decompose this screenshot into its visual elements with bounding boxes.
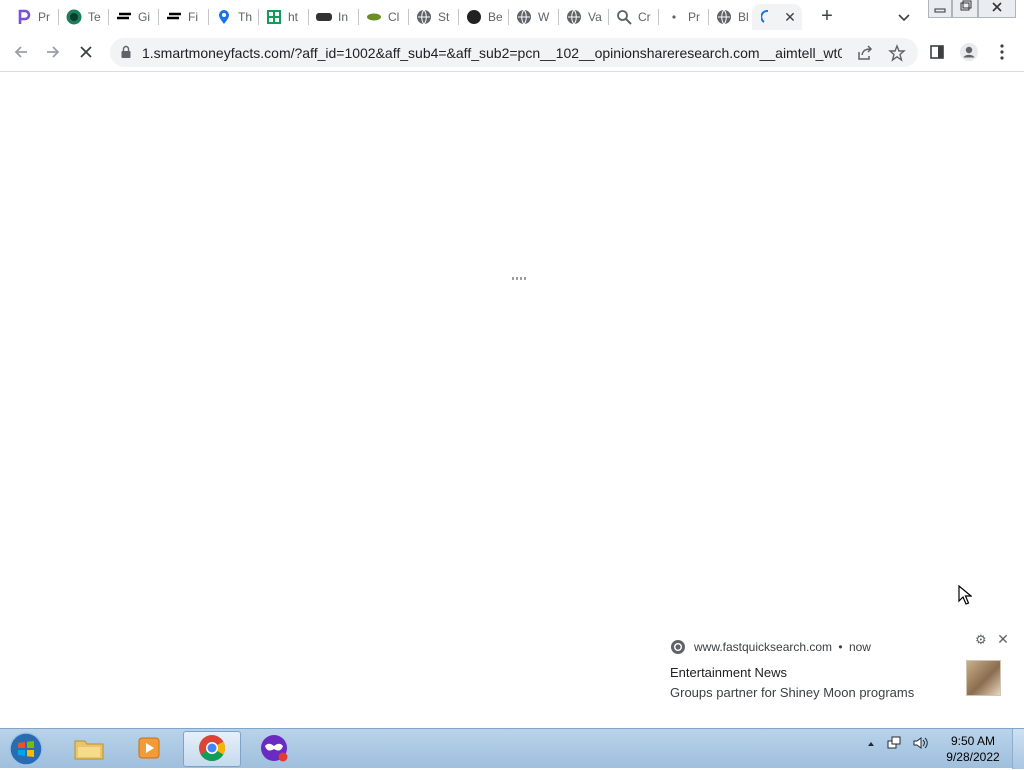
notification-source: www.fastquicksearch.com • now (694, 640, 871, 654)
tab-search-chevron-icon[interactable] (896, 9, 912, 25)
globe-icon (716, 9, 732, 25)
browser-tab[interactable]: Bl (708, 4, 756, 30)
clock-date: 9/28/2022 (946, 750, 1000, 764)
bookmark-star-icon[interactable] (888, 44, 906, 65)
browser-tab[interactable]: W (508, 4, 556, 30)
address-bar[interactable]: 1.smartmoneyfacts.com/?aff_id=1002&aff_s… (110, 38, 918, 67)
tab-title: W (538, 10, 550, 24)
tab-title: Cr (638, 10, 651, 24)
close-tab-icon[interactable]: ✕ (782, 9, 798, 25)
close-window-button[interactable] (978, 0, 1016, 18)
globe-icon (516, 9, 532, 25)
tab-title: Fi (188, 10, 198, 24)
stripes-icon (116, 9, 132, 25)
browser-tab[interactable]: Fi (158, 4, 206, 30)
loading-dots-icon (512, 277, 526, 280)
active-tab[interactable]: ✕ (752, 4, 802, 30)
lock-icon[interactable] (120, 45, 132, 62)
mouse-cursor-icon (958, 584, 973, 608)
tab-title: Cl (388, 10, 400, 24)
notification-close-icon[interactable]: ✕ (996, 632, 1010, 646)
tab-title: Th (238, 10, 252, 24)
start-button[interactable] (6, 731, 46, 767)
tab-title: In (338, 10, 349, 24)
tab-title: ht (288, 10, 299, 24)
globe-icon (566, 9, 582, 25)
loading-spinner-icon (760, 9, 776, 25)
tab-strip: Pr Te Gi Fi Th ht In Cl St Be W Va Cr Pr Bl ✕ + (0, 0, 1024, 34)
browser-tab[interactable]: Cl (358, 4, 406, 30)
tab-title: Te (88, 10, 101, 24)
profile-avatar-icon[interactable] (959, 42, 979, 62)
tab-title: Bl (738, 10, 749, 24)
media-player-icon (135, 734, 163, 765)
te-icon (66, 9, 82, 25)
notification-body: Groups partner for Shiney Moon programs (670, 685, 915, 700)
taskbar-chrome[interactable] (183, 731, 241, 767)
gift-icon (266, 9, 282, 25)
chrome-icon (197, 733, 227, 766)
folder-icon (73, 735, 105, 764)
browser-tab[interactable]: In (308, 4, 356, 30)
tab-title: St (438, 10, 450, 24)
browser-toolbar: 1.smartmoneyfacts.com/?aff_id=1002&aff_s… (0, 34, 1024, 72)
new-tab-button[interactable]: + (816, 6, 838, 28)
browser-tab[interactable]: St (408, 4, 456, 30)
browser-tab[interactable]: Th (208, 4, 256, 30)
network-icon[interactable] (886, 735, 902, 754)
push-notification[interactable]: www.fastquicksearch.com • now ⚙ ✕ Entert… (658, 628, 1016, 712)
dark-circle-icon (466, 9, 482, 25)
forward-arrow-icon[interactable] (43, 42, 63, 62)
map-pin-icon (216, 9, 232, 25)
mask-app-icon (259, 733, 291, 766)
volume-icon[interactable] (912, 735, 930, 754)
back-arrow-icon[interactable] (11, 42, 31, 62)
browser-tab[interactable]: Gi (108, 4, 156, 30)
notification-title: Entertainment News (670, 665, 788, 680)
stop-loading-icon[interactable] (76, 42, 96, 62)
browser-tab[interactable]: Pr (658, 4, 706, 30)
system-tray (866, 735, 930, 754)
browser-tab[interactable]: Be (458, 4, 506, 30)
tab-title: Pr (38, 10, 50, 24)
clock-time: 9:50 AM (950, 734, 996, 748)
minimize-button[interactable] (928, 0, 952, 18)
tab-title: Be (488, 10, 502, 24)
browser-tab[interactable]: Pr (8, 4, 56, 30)
badge-icon (316, 9, 332, 25)
globe-icon (416, 9, 432, 25)
taskbar-mask-app[interactable] (246, 731, 304, 767)
dot-icon (666, 9, 682, 25)
menu-kebab-icon[interactable] (992, 42, 1012, 62)
windows-taskbar: 9:50 AM 9/28/2022 (0, 728, 1024, 769)
letter-p-icon (16, 9, 32, 25)
browser-tab[interactable]: ht (258, 4, 306, 30)
tab-title: Gi (138, 10, 150, 24)
tab-title: Va (588, 10, 602, 24)
show-hidden-icons-arrow-icon[interactable] (866, 738, 876, 752)
show-desktop-button[interactable] (1012, 729, 1024, 769)
notification-thumbnail-image (966, 660, 1001, 696)
chrome-logo-icon (670, 639, 686, 655)
system-clock[interactable]: 9:50 AM 9/28/2022 (938, 733, 1008, 765)
address-url[interactable]: 1.smartmoneyfacts.com/?aff_id=1002&aff_s… (142, 45, 842, 61)
notification-settings-gear-icon[interactable]: ⚙ (975, 633, 989, 647)
share-icon[interactable] (856, 44, 874, 65)
taskbar-media-player[interactable] (120, 731, 178, 767)
browser-tab[interactable]: Te (58, 4, 106, 30)
browser-tab[interactable]: Va (558, 4, 606, 30)
taskbar-explorer[interactable] (60, 731, 118, 767)
magnifier-icon (616, 9, 632, 25)
side-panel-icon[interactable] (927, 42, 947, 62)
leaf-icon (366, 9, 382, 25)
restore-button[interactable] (952, 0, 978, 18)
tab-title: Pr (688, 10, 700, 24)
stripes-icon (166, 9, 182, 25)
browser-tab[interactable]: Cr (608, 4, 656, 30)
